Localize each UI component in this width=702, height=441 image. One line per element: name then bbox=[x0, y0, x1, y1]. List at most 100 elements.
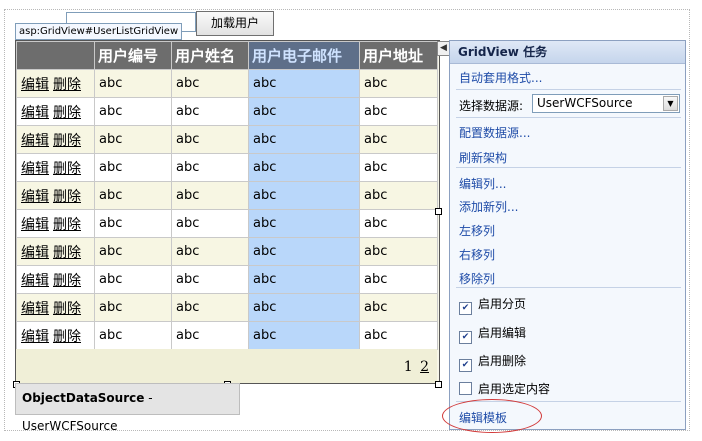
table-row: 编辑 删除 abc abc abc abc bbox=[16, 69, 438, 98]
table-cell: abc bbox=[94, 321, 172, 350]
table-cell: abc bbox=[94, 181, 172, 210]
table-row: 编辑 删除 abc abc abc abc bbox=[16, 321, 438, 350]
tasks-title: GridView 任务 bbox=[450, 41, 685, 64]
delete-link[interactable]: 删除 bbox=[53, 329, 81, 345]
edit-link[interactable]: 编辑 bbox=[21, 245, 49, 261]
delete-link[interactable]: 删除 bbox=[53, 245, 81, 261]
edit-link[interactable]: 编辑 bbox=[21, 273, 49, 289]
table-row: 编辑 删除 abc abc abc abc bbox=[16, 181, 438, 210]
enable-selection-checkbox[interactable] bbox=[459, 382, 472, 395]
gridview[interactable]: 用户编号 用户姓名 用户电子邮件 用户地址 编辑 删除 abc abc abc abc 编辑… bbox=[15, 40, 440, 384]
table-cell: abc bbox=[171, 97, 249, 126]
edit-link[interactable]: 编辑 bbox=[21, 189, 49, 205]
auto-format-link[interactable]: 自动套用格式... bbox=[459, 69, 542, 86]
edit-link[interactable]: 编辑 bbox=[21, 301, 49, 317]
delete-link[interactable]: 删除 bbox=[53, 161, 81, 177]
refresh-schema-link[interactable]: 刷新架构 bbox=[459, 149, 507, 166]
table-cell: abc bbox=[171, 265, 249, 294]
command-cell: 编辑 删除 bbox=[16, 293, 95, 322]
command-cell: 编辑 删除 bbox=[16, 321, 95, 350]
command-cell: 编辑 删除 bbox=[16, 125, 95, 154]
highlight-ellipse bbox=[442, 399, 542, 433]
table-cell: abc bbox=[171, 69, 249, 98]
table-cell: abc bbox=[94, 125, 172, 154]
gridview-tasks-panel: GridView 任务 自动套用格式... 选择数据源: UserWCFSour… bbox=[449, 40, 686, 430]
configure-datasource-link[interactable]: 配置数据源... bbox=[459, 124, 530, 141]
table-cell: abc bbox=[359, 237, 438, 266]
delete-link[interactable]: 删除 bbox=[53, 273, 81, 289]
table-cell: abc bbox=[248, 153, 360, 182]
table-cell: abc bbox=[94, 97, 172, 126]
table-cell: abc bbox=[359, 181, 438, 210]
table-cell: abc bbox=[94, 293, 172, 322]
ods-name: UserWCFSource bbox=[22, 419, 118, 433]
command-cell: 编辑 删除 bbox=[16, 69, 95, 98]
table-row: 编辑 删除 abc abc abc abc bbox=[16, 97, 438, 126]
header-cell bbox=[16, 41, 95, 70]
move-right-link[interactable]: 右移列 bbox=[459, 246, 495, 263]
command-cell: 编辑 删除 bbox=[16, 181, 95, 210]
divider bbox=[456, 167, 681, 168]
header-cell: 用户姓名 bbox=[171, 41, 249, 70]
table-cell: abc bbox=[94, 209, 172, 238]
table-cell: abc bbox=[359, 69, 438, 98]
header-cell-selected[interactable]: 用户电子邮件 bbox=[248, 41, 360, 70]
enable-deleting-label: 启用删除 bbox=[478, 354, 527, 368]
ods-separator: - bbox=[144, 391, 153, 405]
table-cell: abc bbox=[171, 125, 249, 154]
enable-paging-row[interactable]: ✔ 启用分页 bbox=[459, 295, 526, 315]
gridview-table: 用户编号 用户姓名 用户电子邮件 用户地址 编辑 删除 abc abc abc abc 编辑… bbox=[16, 41, 438, 350]
enable-paging-checkbox[interactable]: ✔ bbox=[459, 302, 472, 315]
add-column-link[interactable]: 添加新列... bbox=[459, 198, 518, 215]
table-cell: abc bbox=[359, 209, 438, 238]
enable-selection-row[interactable]: 启用选定内容 bbox=[459, 380, 550, 397]
divider bbox=[456, 89, 681, 90]
enable-editing-checkbox[interactable]: ✔ bbox=[459, 331, 472, 344]
edit-link[interactable]: 编辑 bbox=[21, 105, 49, 121]
table-cell: abc bbox=[248, 97, 360, 126]
edit-link[interactable]: 编辑 bbox=[21, 77, 49, 93]
enable-deleting-row[interactable]: ✔ 启用删除 bbox=[459, 352, 526, 372]
command-cell: 编辑 删除 bbox=[16, 237, 95, 266]
divider bbox=[456, 117, 681, 118]
ods-type: ObjectDataSource bbox=[22, 391, 145, 405]
object-data-source[interactable]: ObjectDataSource - UserWCFSource bbox=[15, 383, 240, 433]
edit-link[interactable]: 编辑 bbox=[21, 329, 49, 345]
table-cell: abc bbox=[171, 153, 249, 182]
edit-link[interactable]: 编辑 bbox=[21, 133, 49, 149]
load-users-button[interactable]: 加载用户 bbox=[196, 11, 274, 36]
pager-link-2[interactable]: 2 bbox=[420, 359, 429, 375]
command-cell: 编辑 删除 bbox=[16, 209, 95, 238]
table-cell: abc bbox=[248, 209, 360, 238]
table-cell: abc bbox=[171, 237, 249, 266]
enable-editing-row[interactable]: ✔ 启用编辑 bbox=[459, 324, 526, 344]
delete-link[interactable]: 删除 bbox=[53, 301, 81, 317]
table-row: 编辑 删除 abc abc abc abc bbox=[16, 265, 438, 294]
delete-link[interactable]: 删除 bbox=[53, 105, 81, 121]
remove-column-link[interactable]: 移除列 bbox=[459, 270, 495, 287]
table-row: 编辑 删除 abc abc abc abc bbox=[16, 293, 438, 322]
table-row: 编辑 删除 abc abc abc abc bbox=[16, 153, 438, 182]
enable-deleting-checkbox[interactable]: ✔ bbox=[459, 359, 472, 372]
table-cell: abc bbox=[248, 265, 360, 294]
resize-handle[interactable] bbox=[435, 208, 442, 215]
delete-link[interactable]: 删除 bbox=[53, 217, 81, 233]
resize-handle[interactable] bbox=[435, 381, 442, 388]
edit-link[interactable]: 编辑 bbox=[21, 161, 49, 177]
delete-link[interactable]: 删除 bbox=[53, 77, 81, 93]
table-cell: abc bbox=[248, 237, 360, 266]
delete-link[interactable]: 删除 bbox=[53, 133, 81, 149]
chevron-down-icon[interactable]: ▼ bbox=[663, 96, 678, 111]
table-cell: abc bbox=[248, 125, 360, 154]
table-cell: abc bbox=[248, 293, 360, 322]
divider bbox=[456, 287, 681, 288]
pager-current: 1 bbox=[403, 359, 413, 375]
move-left-link[interactable]: 左移列 bbox=[459, 222, 495, 239]
header-cell: 用户地址 bbox=[359, 41, 438, 70]
datasource-select[interactable]: UserWCFSource ▼ bbox=[532, 94, 680, 113]
edit-columns-link[interactable]: 编辑列... bbox=[459, 175, 506, 192]
table-cell: abc bbox=[248, 69, 360, 98]
delete-link[interactable]: 删除 bbox=[53, 189, 81, 205]
choose-datasource-label: 选择数据源: bbox=[459, 99, 524, 113]
edit-link[interactable]: 编辑 bbox=[21, 217, 49, 233]
